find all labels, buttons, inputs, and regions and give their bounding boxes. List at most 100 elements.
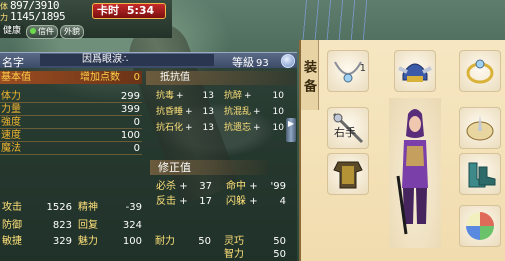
hp-mp-readout: 体 897/3910 力 1145/1895 — [0, 0, 66, 23]
mp-value: 1145/1895 — [10, 10, 66, 23]
resist-label: 抗昏睡 — [156, 107, 184, 117]
weapon-slot[interactable]: 右手 — [327, 107, 369, 149]
panel-scroll-handle[interactable]: ▶ — [286, 118, 296, 142]
stat-label: 精神 — [78, 202, 98, 213]
attr-header: 基本值 增加点数 0 — [0, 71, 142, 84]
attr-row[interactable]: 速度 100 — [0, 129, 142, 142]
close-button[interactable] — [281, 54, 295, 68]
stat-value: 50 — [273, 249, 286, 260]
accessory-slot[interactable] — [459, 107, 501, 149]
resist-stat: 抗石化 +13 — [156, 122, 214, 134]
attr-header-label: 基本值 — [1, 72, 31, 83]
modifier-value: 37 — [199, 181, 212, 192]
attr-row[interactable]: 体力 299 — [0, 90, 142, 103]
bonus-points-label: 增加点数 — [80, 72, 120, 83]
character-name: 因爲眼淚∴ — [82, 54, 129, 65]
helmet-slot[interactable] — [394, 50, 436, 92]
modifier-plus: + — [249, 181, 258, 192]
combat-stat: 攻击 1526 — [2, 201, 72, 214]
combat-stat: 智力 50 — [224, 248, 286, 261]
resist-value: 13 — [202, 91, 214, 101]
modifier-label: 闪躲 — [226, 196, 246, 207]
modifier-stat: 闪躲 +4 — [226, 195, 286, 208]
weapon-label: 右手 — [334, 126, 356, 139]
combat-stat: 耐力 50 — [155, 235, 211, 248]
stat-value: 1526 — [46, 202, 72, 213]
mail-status-icon — [30, 28, 37, 34]
stat-label: 魅力 — [78, 236, 98, 247]
attr-row[interactable]: 力量 399 — [0, 103, 142, 116]
boots-icon — [468, 162, 496, 188]
equipment-panel: 装备 1 右手 — [299, 40, 505, 261]
stat-value: 329 — [52, 236, 72, 247]
resist-stat: 抗混乱 +10 — [224, 106, 284, 118]
accessory-icon — [466, 115, 494, 141]
necklace-slot[interactable]: 1 — [327, 50, 369, 92]
attr-row[interactable]: 魔法 0 — [0, 142, 142, 155]
tab-mail[interactable]: 信件 — [26, 25, 59, 39]
boots-slot[interactable] — [459, 153, 501, 195]
timer-label: 卡时 — [97, 4, 119, 17]
resist-label: 抗遗忘 — [224, 123, 252, 133]
stat-label: 灵巧 — [224, 236, 244, 247]
modifier-stat: 命中 + '99 — [226, 180, 286, 193]
tab-health[interactable]: 健康 — [0, 25, 25, 37]
resist-value: 13 — [202, 123, 214, 133]
resist-label: 抗石化 — [156, 123, 184, 133]
stat-label: 智力 — [224, 249, 244, 260]
armor-slot[interactable] — [327, 153, 369, 195]
combat-stat: 回复 324 — [78, 219, 142, 232]
resist-header: 抵抗值 — [146, 71, 296, 85]
resist-label: 抗毒 — [156, 91, 175, 101]
stat-label: 防御 — [2, 220, 22, 231]
tab-mail-label: 信件 — [38, 27, 55, 36]
resist-label: 抗混乱 — [224, 107, 252, 117]
modifier-plus: + — [249, 196, 258, 207]
crystal-slot[interactable] — [459, 205, 501, 247]
resist-plus: + — [253, 123, 261, 133]
modifier-value: '99 — [270, 181, 286, 192]
combat-stat: 魅力 100 — [78, 235, 142, 248]
hp-label: 体 — [0, 2, 8, 11]
slot-label: 1 — [359, 63, 366, 74]
stat-value: 50 — [273, 236, 286, 247]
resist-plus: + — [176, 91, 184, 101]
modifier-stat: 反击 +17 — [156, 195, 212, 208]
helmet-icon — [398, 63, 432, 82]
resist-value: 10 — [272, 123, 284, 133]
stat-label: 耐力 — [155, 236, 175, 247]
combat-stat: 精神 -39 — [78, 201, 142, 214]
modifier-label: 命中 — [226, 181, 246, 192]
resist-plus: + — [244, 91, 252, 101]
resist-stat: 抗毒 +13 — [156, 90, 214, 102]
resist-stat: 抗昏睡 +13 — [156, 106, 214, 118]
mp-label: 力 — [0, 13, 8, 22]
status-box: 体 897/3910 力 1145/1895 卡时 5:34 健康 信件 外貌 — [0, 0, 172, 39]
modifier-label: 必杀 — [156, 181, 176, 192]
modifier-header: 修正值 — [150, 160, 268, 175]
status-tabs: 健康 信件 外貌 — [0, 25, 85, 39]
attr-row[interactable]: 強度 0 — [0, 116, 142, 129]
crystal-icon — [466, 212, 494, 240]
resist-value: 10 — [272, 91, 284, 101]
stat-value: 324 — [122, 220, 142, 231]
card-timer: 卡时 5:34 — [92, 3, 166, 19]
modifier-value: 4 — [279, 196, 286, 207]
modifier-value: 17 — [199, 196, 212, 207]
equipment-title: 装备 — [301, 40, 319, 110]
resist-stat: 抗遗忘 +10 — [224, 122, 284, 134]
combat-stat: 敏捷 329 — [2, 235, 72, 248]
modifier-stat: 必杀 +37 — [156, 180, 212, 193]
ring-slot[interactable] — [459, 50, 501, 92]
stat-value: 823 — [52, 220, 72, 231]
armor-icon — [333, 161, 363, 189]
modifier-plus: + — [179, 181, 188, 192]
stat-value: 100 — [122, 236, 142, 247]
resist-plus: + — [185, 123, 193, 133]
resist-label: 抗醉 — [224, 91, 243, 101]
character-name-field: 因爲眼淚∴ — [40, 54, 214, 66]
tab-appearance[interactable]: 外貌 — [60, 25, 85, 39]
resist-stat: 抗醉 +10 — [224, 90, 284, 102]
combat-stat: 灵巧 50 — [224, 235, 286, 248]
resist-plus: + — [253, 107, 261, 117]
